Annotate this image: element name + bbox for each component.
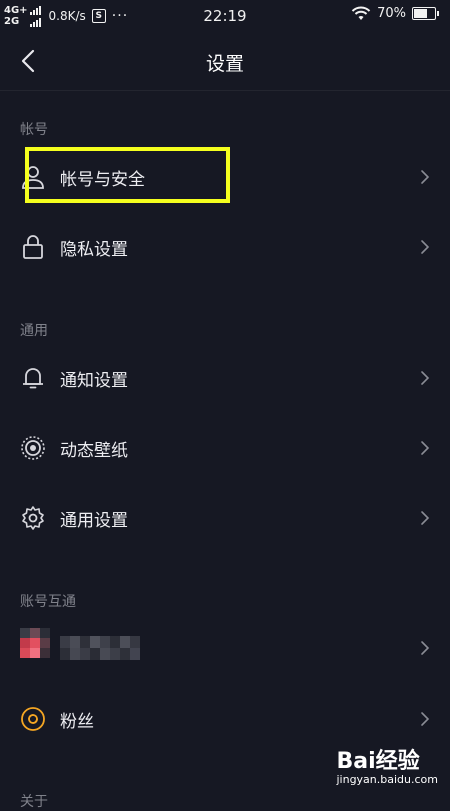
gear-icon	[22, 506, 44, 530]
watermark: Bai经验 jingyan.baidu.com	[336, 743, 438, 786]
page-title: 设置	[205, 53, 244, 75]
row-label: 通用设置	[60, 511, 128, 531]
watermark-logo: Bai经验	[336, 749, 420, 774]
row-label: 粉丝	[60, 712, 94, 732]
settings-row-live-wallpaper[interactable]: 动态壁纸	[0, 418, 450, 478]
avatar-icon	[20, 628, 50, 658]
row-label: 动态壁纸	[60, 441, 128, 461]
section-header-about: 关于	[20, 794, 48, 810]
chevron-right-icon	[421, 712, 430, 726]
row-label: 隐私设置	[60, 240, 128, 260]
battery-icon	[412, 7, 439, 20]
status-bar: 4G+ 2G 0.8K/s S ··· 22:19 70%	[0, 0, 450, 32]
settings-row-fans[interactable]: 粉丝	[0, 689, 450, 749]
row-label: 帐号与安全	[60, 170, 145, 190]
settings-row-privacy[interactable]: 隐私设置	[0, 217, 450, 277]
settings-row-account-security[interactable]: 帐号与安全	[0, 147, 450, 207]
wallpaper-icon	[21, 436, 45, 460]
section-header-account: 帐号	[20, 122, 48, 138]
chevron-right-icon	[421, 240, 430, 254]
chevron-right-icon	[421, 170, 430, 184]
battery-level	[414, 9, 428, 18]
settings-row-notifications[interactable]: 通知设置	[0, 348, 450, 408]
chevron-right-icon	[421, 441, 430, 455]
linked-account-name	[60, 636, 140, 660]
section-header-linked: 账号互通	[20, 594, 76, 610]
status-right: 70%	[351, 6, 439, 21]
settings-row-general-settings[interactable]: 通用设置	[0, 488, 450, 548]
chevron-right-icon	[421, 641, 430, 655]
chevron-right-icon	[421, 511, 430, 525]
user-icon	[22, 166, 44, 189]
wifi-icon	[351, 6, 371, 20]
row-label: 通知设置	[60, 371, 128, 391]
fans-icon	[21, 707, 45, 731]
battery-percent: 70%	[377, 6, 406, 21]
lock-icon	[23, 235, 43, 259]
back-arrow-icon[interactable]	[16, 48, 42, 74]
chevron-right-icon	[421, 371, 430, 385]
bell-icon	[23, 368, 43, 389]
nav-bar: 设置	[0, 32, 450, 91]
section-header-general: 通用	[20, 323, 48, 339]
watermark-url: jingyan.baidu.com	[336, 773, 438, 786]
